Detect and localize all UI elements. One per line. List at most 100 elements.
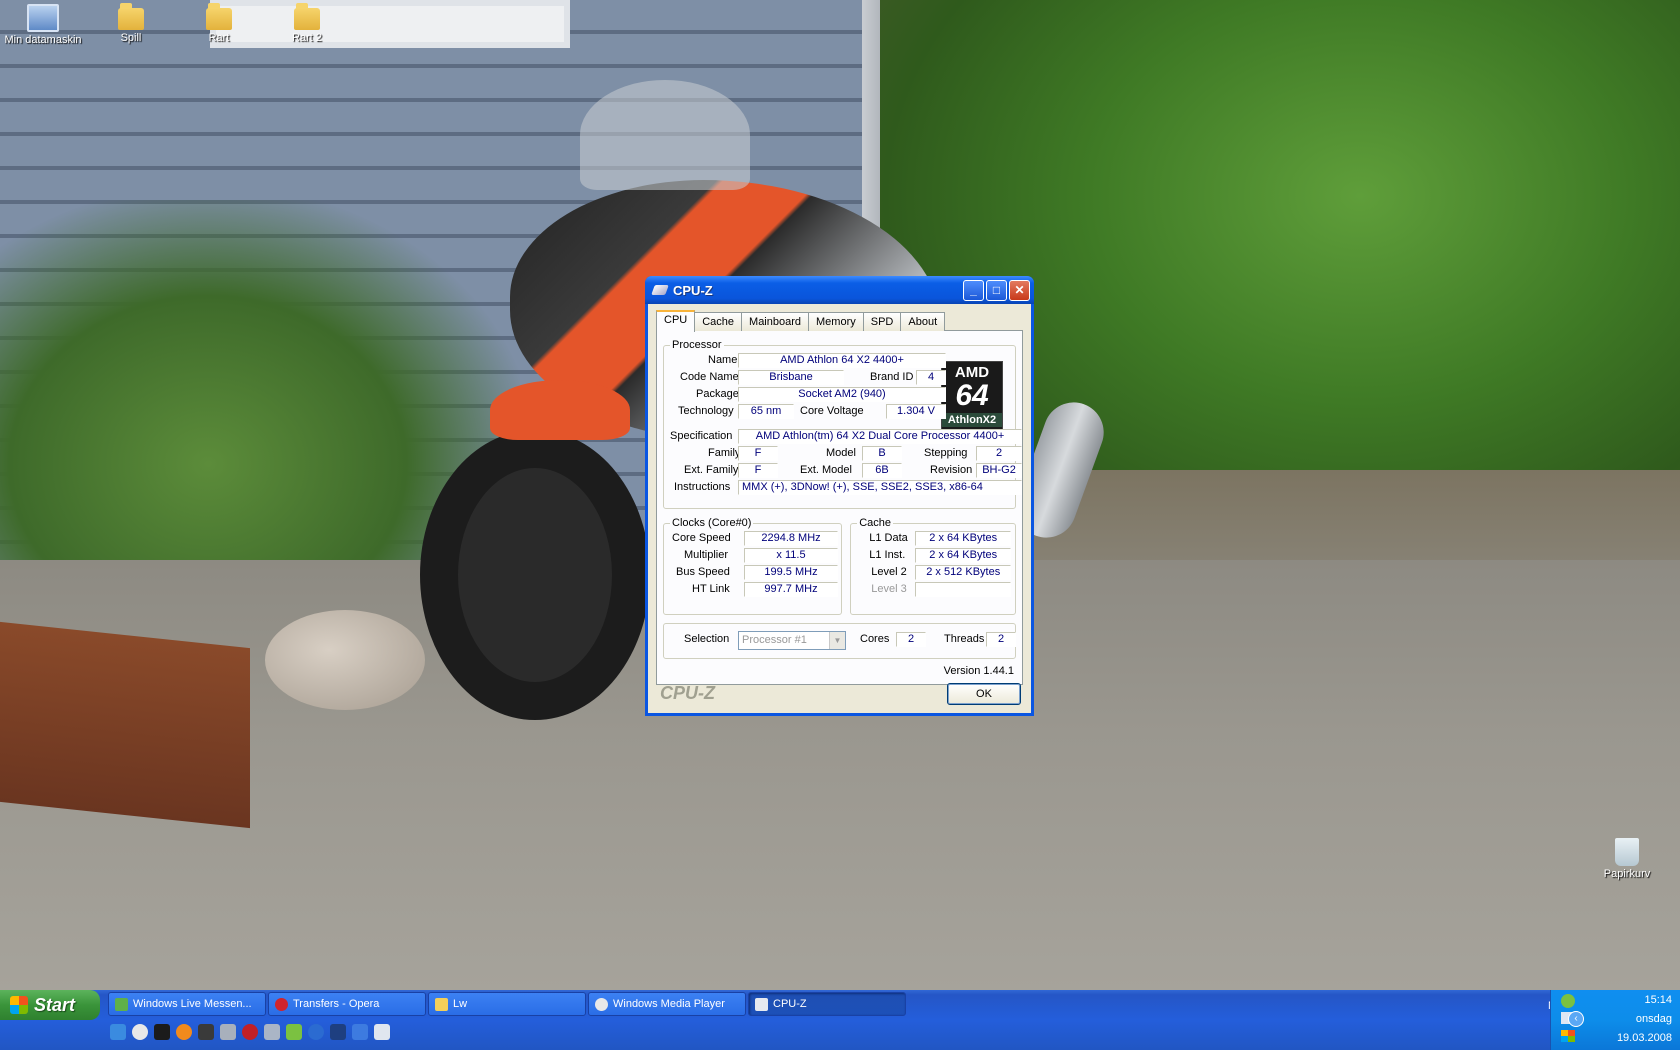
desktop-icon-spill[interactable]: Spill [88, 3, 174, 44]
codename-row: Code Name Brisbane Brand ID 4 [670, 370, 1009, 387]
folder-icon [118, 3, 144, 30]
model-label: Model [826, 447, 856, 459]
l1data-label: L1 Data [869, 532, 908, 544]
windows-logo-icon [10, 996, 28, 1014]
threads-label: Threads [944, 633, 985, 645]
recycle-bin-icon [1615, 838, 1639, 866]
codename-label: Code Name [680, 371, 739, 383]
technology-label: Technology [678, 405, 734, 417]
wallpaper-rock [265, 610, 425, 710]
voltage-label: Core Voltage [800, 405, 864, 417]
brandid-label: Brand ID [870, 371, 914, 383]
tab-strip: CPU Cache Mainboard Memory SPD About [656, 310, 1023, 332]
instructions-label: Instructions [674, 481, 731, 493]
firefox-icon[interactable] [176, 1024, 192, 1040]
my-computer-icon [27, 4, 59, 32]
tab-spd[interactable]: SPD [862, 312, 902, 331]
tab-about[interactable]: About [900, 312, 946, 331]
app-icon[interactable] [286, 1024, 302, 1040]
app-icon[interactable] [220, 1024, 236, 1040]
maximize-button[interactable]: □ [986, 279, 1007, 301]
version-label: Version 1.44.1 [943, 665, 1014, 677]
app-icon[interactable] [374, 1024, 390, 1040]
package-value: Socket AM2 (940) [738, 387, 946, 402]
corespeed-value: 2294.8 MHz [744, 531, 838, 546]
task-button-media-player[interactable]: Windows Media Player [588, 992, 746, 1016]
family-row: Family F Model B Stepping 2 [670, 446, 1022, 463]
start-label: Start [34, 995, 76, 1015]
minimize-button[interactable]: _ [963, 279, 984, 301]
tab-mainboard[interactable]: Mainboard [741, 312, 810, 331]
multiplier-label: Multiplier [684, 549, 729, 561]
extfamily-value: F [738, 463, 778, 478]
opera-icon[interactable] [242, 1024, 258, 1040]
busspeed-label: Bus Speed [676, 566, 730, 578]
corespeed-label: Core Speed [672, 532, 731, 544]
clock-day: onsdag [1635, 1013, 1672, 1025]
desktop-icon-rart-2[interactable]: Rart 2 [264, 3, 350, 44]
tab-cpu[interactable]: CPU [656, 310, 696, 332]
chevron-down-icon[interactable]: ▼ [829, 632, 845, 649]
tab-cache[interactable]: Cache [694, 312, 743, 331]
internet-explorer-icon[interactable] [110, 1024, 126, 1040]
cpuz-brand: CPU-Z [660, 683, 715, 703]
name-value: AMD Athlon 64 X2 4400+ [738, 353, 946, 368]
level3-value [915, 582, 1012, 597]
motorcycle-fender [490, 380, 630, 440]
motorcycle-windscreen [580, 80, 750, 190]
clocks-legend: Clocks (Core#0) [672, 517, 752, 529]
desktop-icon-label: Min datamaskin [4, 34, 82, 46]
voltage-value: 1.304 V [886, 404, 946, 419]
window-title: CPU-Z [673, 282, 713, 298]
cpuz-window: CPU-Z _ □ ✕ CPU Cache Mainboard Memory S… [645, 276, 1034, 716]
spec-value: AMD Athlon(tm) 64 X2 Dual Core Processor… [738, 429, 1022, 444]
app-icon[interactable] [330, 1024, 346, 1040]
task-button-opera[interactable]: Transfers - Opera [268, 992, 426, 1016]
revision-label: Revision [930, 464, 973, 476]
window-footer: CPU-Z OK [656, 681, 1023, 707]
selection-group: Selection Processor #1 ▼ Cores 2 Threads… [663, 623, 1016, 659]
start-button[interactable]: Start [0, 990, 100, 1020]
app-icon[interactable] [264, 1024, 280, 1040]
desktop-icon-my-computer[interactable]: Min datamaskin [0, 4, 86, 46]
threads-value: 2 [986, 632, 1016, 647]
clock-time[interactable]: 15:14 [1543, 994, 1672, 1006]
cache-legend: Cache [859, 517, 892, 529]
task-label: Transfers - Opera [293, 998, 380, 1010]
cores-value: 2 [896, 632, 926, 647]
clocks-group: Clocks (Core#0) Core Speed 2294.8 MHz Mu… [663, 517, 843, 615]
app-icon[interactable] [352, 1024, 368, 1040]
task-label: Lw [453, 998, 468, 1010]
family-label: Family [708, 447, 741, 459]
desktop-icon-rart[interactable]: Rart [176, 3, 262, 44]
l1inst-label: L1 Inst. [869, 549, 906, 561]
htlink-value: 997.7 MHz [744, 582, 838, 597]
processor-select[interactable]: Processor #1 ▼ [738, 631, 846, 650]
level3-label: Level 3 [871, 583, 907, 595]
folder-icon [206, 3, 232, 30]
window-client: CPU Cache Mainboard Memory SPD About Pro… [648, 304, 1031, 713]
media-icon[interactable] [132, 1024, 148, 1040]
task-button-messenger[interactable]: Windows Live Messen... [108, 992, 266, 1016]
clock-date: 19.03.2008 [1616, 1032, 1672, 1044]
ok-button[interactable]: OK [947, 683, 1021, 705]
close-button[interactable]: ✕ [1009, 279, 1030, 301]
task-label: CPU-Z [773, 998, 807, 1010]
tray-expand-icon[interactable]: ‹ [1568, 1011, 1584, 1027]
task-button-folder[interactable]: Lw [428, 992, 586, 1016]
task-button-cpuz[interactable]: CPU-Z [748, 992, 906, 1016]
folder-icon [294, 3, 320, 30]
messenger-icon [115, 998, 128, 1011]
l1data-value: 2 x 64 KBytes [915, 531, 1012, 546]
codename-value: Brisbane [738, 370, 844, 385]
app-icon[interactable] [154, 1024, 170, 1040]
tab-memory[interactable]: Memory [808, 312, 864, 331]
desktop-icon-label: Rart 2 [292, 32, 322, 44]
desktop-icon-recycle-bin[interactable]: Papirkurv [1584, 838, 1670, 880]
package-label: Package [696, 388, 739, 400]
htlink-label: HT Link [692, 583, 730, 595]
app-icon[interactable] [198, 1024, 214, 1040]
task-label: Windows Media Player [613, 998, 725, 1010]
app-icon[interactable] [308, 1024, 324, 1040]
title-bar[interactable]: CPU-Z _ □ ✕ [645, 276, 1034, 304]
